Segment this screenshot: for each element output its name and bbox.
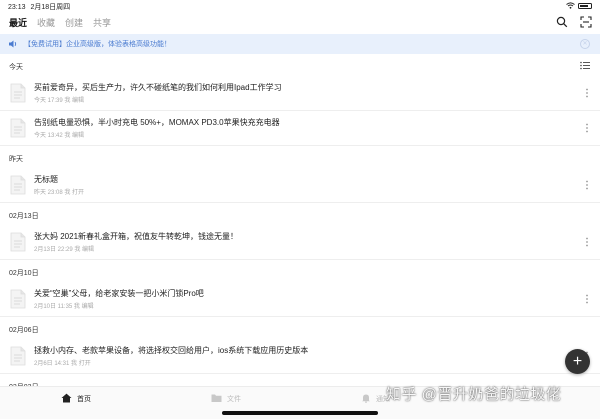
speaker-icon: [9, 40, 17, 48]
document-title: 拯救小内存、老款苹果设备，将选择权交回给用户，ios系统下载应用历史版本: [34, 346, 309, 355]
document-meta: 2月10日 11:35 我 编辑: [34, 304, 94, 310]
bottom-tab-1[interactable]: 文件: [211, 393, 241, 405]
more-icon[interactable]: [584, 121, 590, 133]
more-icon[interactable]: [584, 86, 590, 98]
create-button[interactable]: +: [565, 349, 590, 374]
list-item[interactable]: 告别纸电量恐惧，半小时充电 50%+，MOMAX PD3.0苹果快充充电器 今天 …: [0, 111, 600, 145]
nav-tabs: 最近 收藏 创建 共享: [9, 16, 111, 29]
tab-1[interactable]: 收藏: [37, 16, 55, 29]
status-indicators: [566, 2, 592, 9]
status-time: 23:13 2月18日周四: [8, 2, 70, 12]
document-list: 今天买前爱奇异，买后生产力，许久不碰纸笔的我们如何利用Ipad工作学习 今天 17…: [0, 54, 600, 386]
folder-icon: [211, 393, 222, 405]
document-title: 告别纸电量恐惧，半小时充电 50%+，MOMAX PD3.0苹果快充充电器: [34, 118, 280, 127]
home-icon: [61, 393, 72, 405]
bottom-tab-0[interactable]: 首页: [61, 393, 91, 405]
group-header: 昨天: [0, 146, 600, 168]
bottom-tab-label: 首页: [77, 396, 91, 403]
document-icon: [10, 232, 26, 252]
document-meta: 今天 17:39 我 编辑: [34, 98, 85, 104]
document-icon: [10, 118, 26, 138]
nav-actions: [556, 16, 592, 28]
document-meta: 2月6日 14:31 我 打开: [34, 361, 91, 367]
watermark: 知乎 @晋升奶爸的垃圾佬: [386, 386, 562, 403]
home-indicator[interactable]: [222, 411, 378, 415]
document-icon: [10, 289, 26, 309]
list-view-icon[interactable]: [580, 61, 590, 70]
group-title: 02月06日: [9, 327, 39, 334]
list-item[interactable]: 无标题昨天 23:08 我 打开: [0, 168, 600, 202]
tab-0[interactable]: 最近: [9, 16, 27, 29]
more-icon[interactable]: [584, 292, 590, 304]
wifi-icon: [566, 2, 575, 9]
list-item[interactable]: 买前爱奇异，买后生产力，许久不碰纸笔的我们如何利用Ipad工作学习 今天 17:3…: [0, 76, 600, 110]
battery-icon: [578, 2, 592, 9]
group-title: 02月13日: [9, 213, 39, 220]
group-header: 02月10日: [0, 260, 600, 282]
tab-2[interactable]: 创建: [65, 16, 83, 29]
list-item[interactable]: 张大妈 2021新春礼盒开箱，祝值友牛转乾坤，钱途无量！ 2月13日 22:29 …: [0, 225, 600, 259]
tab-3[interactable]: 共享: [93, 16, 111, 29]
document-title: 张大妈 2021新春礼盒开箱，祝值友牛转乾坤，钱途无量！: [34, 232, 239, 241]
scan-icon[interactable]: [580, 16, 592, 28]
promo-banner[interactable]: 【免费试用】企业高级版，体验表格高级功能！ ✕: [0, 34, 600, 54]
document-title: 无标题: [34, 175, 58, 184]
more-icon[interactable]: [584, 235, 590, 247]
more-icon[interactable]: [584, 178, 590, 190]
document-meta: 2月13日 22:29 我 编辑: [34, 247, 95, 253]
search-icon[interactable]: [556, 16, 568, 28]
document-icon: [10, 346, 26, 366]
close-icon[interactable]: ✕: [580, 39, 590, 49]
document-title: 买前爱奇异，买后生产力，许久不碰纸笔的我们如何利用Ipad工作学习: [34, 83, 282, 92]
status-date: 2月18日周四: [30, 4, 71, 11]
status-clock: 23:13: [8, 4, 26, 11]
list-item[interactable]: 关爱“空巢”父母，给老家安装一把小米门锁Pro吧 2月10日 11:35 我 编辑: [0, 282, 600, 316]
group-header: 02月06日: [0, 317, 600, 339]
document-title: 关爱“空巢”父母，给老家安装一把小米门锁Pro吧: [34, 289, 204, 298]
document-meta: 今天 13:42 我 编辑: [34, 133, 85, 139]
group-header: 02月13日: [0, 203, 600, 225]
document-icon: [10, 175, 26, 195]
banner-text: 【免费试用】企业高级版，体验表格高级功能！: [24, 41, 171, 48]
group-title: 昨天: [9, 156, 23, 163]
group-title: 今天: [9, 64, 23, 71]
group-header: 今天: [0, 54, 600, 76]
bottom-tab-label: 文件: [227, 396, 241, 403]
list-item[interactable]: 拯救小内存、老款苹果设备，将选择权交回给用户，ios系统下载应用历史版本 2月6日…: [0, 339, 600, 373]
group-title: 02月10日: [9, 270, 39, 277]
document-meta: 昨天 23:08 我 打开: [34, 190, 85, 196]
status-bar: 23:13 2月18日周四: [0, 0, 600, 12]
bell-icon: [361, 393, 371, 405]
top-nav: 最近 收藏 创建 共享: [0, 12, 600, 34]
document-icon: [10, 83, 26, 103]
